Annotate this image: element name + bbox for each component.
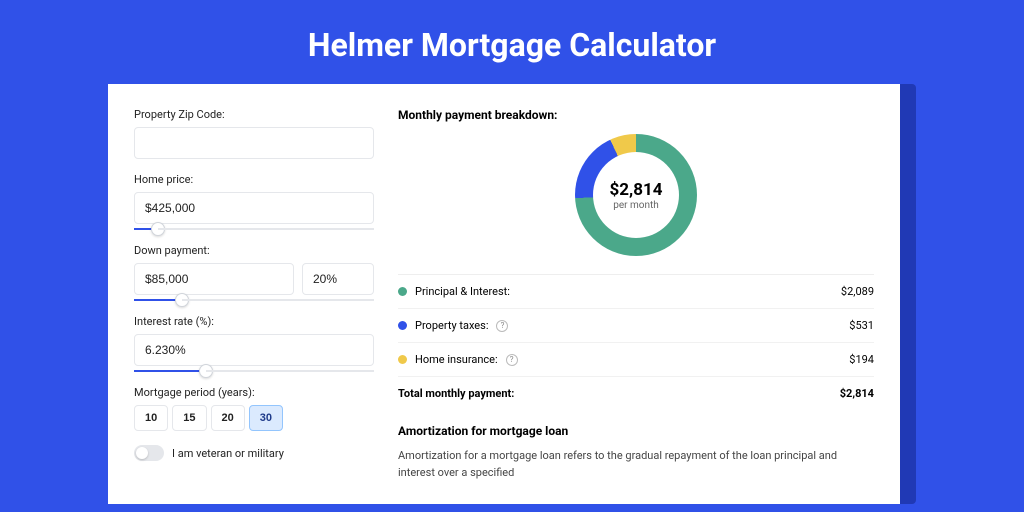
page-title: Helmer Mortgage Calculator xyxy=(0,0,1024,84)
period-option-10[interactable]: 10 xyxy=(134,405,168,431)
card-shadow: Property Zip Code: Home price: Down paym… xyxy=(108,84,916,504)
home-price-label: Home price: xyxy=(134,173,374,186)
home-price-slider[interactable] xyxy=(134,228,374,230)
veteran-toggle[interactable] xyxy=(134,445,164,461)
dot-icon xyxy=(398,321,407,330)
zip-label: Property Zip Code: xyxy=(134,108,374,121)
legend-label: Property taxes: xyxy=(415,319,488,332)
donut-sublabel: per month xyxy=(613,200,659,211)
interest-label: Interest rate (%): xyxy=(134,315,374,328)
interest-slider-thumb[interactable] xyxy=(199,364,213,378)
legend-label: Home insurance: xyxy=(415,353,498,366)
legend-label: Principal & Interest: xyxy=(415,285,510,298)
period-label: Mortgage period (years): xyxy=(134,386,374,399)
veteran-row: I am veteran or military xyxy=(134,445,374,461)
down-payment-label: Down payment: xyxy=(134,244,374,257)
interest-field: Interest rate (%): xyxy=(134,315,374,372)
period-option-15[interactable]: 15 xyxy=(172,405,206,431)
donut-wrap: $2,814 per month xyxy=(398,134,874,256)
legend-row-total: Total monthly payment: $2,814 xyxy=(398,377,874,410)
legend-row-taxes: Property taxes: ? $531 xyxy=(398,309,874,343)
period-group: 10 15 20 30 xyxy=(134,405,374,431)
legend-value: $531 xyxy=(849,319,874,332)
legend-value: $2,089 xyxy=(841,285,874,298)
period-option-30[interactable]: 30 xyxy=(249,405,283,431)
legend-row-principal: Principal & Interest: $2,089 xyxy=(398,275,874,309)
payment-donut-chart: $2,814 per month xyxy=(575,134,697,256)
legend: Principal & Interest: $2,089 Property ta… xyxy=(398,274,874,410)
down-payment-pct-input[interactable] xyxy=(302,263,374,295)
dot-icon xyxy=(398,355,407,364)
breakdown-column: Monthly payment breakdown: $2,814 per mo… xyxy=(398,108,874,504)
help-icon[interactable]: ? xyxy=(506,354,518,366)
dot-icon xyxy=(398,287,407,296)
home-price-slider-thumb[interactable] xyxy=(151,222,165,236)
donut-value: $2,814 xyxy=(610,180,663,200)
legend-row-insurance: Home insurance: ? $194 xyxy=(398,343,874,377)
amort-body: Amortization for a mortgage loan refers … xyxy=(398,448,874,481)
interest-input[interactable] xyxy=(134,334,374,366)
help-icon[interactable]: ? xyxy=(496,320,508,332)
down-payment-slider[interactable] xyxy=(134,299,374,301)
amort-title: Amortization for mortgage loan xyxy=(398,424,874,438)
zip-input[interactable] xyxy=(134,127,374,159)
period-field: Mortgage period (years): 10 15 20 30 xyxy=(134,386,374,431)
home-price-input[interactable] xyxy=(134,192,374,224)
inputs-column: Property Zip Code: Home price: Down paym… xyxy=(134,108,374,504)
down-payment-input[interactable] xyxy=(134,263,294,295)
legend-value: $194 xyxy=(849,353,874,366)
veteran-label: I am veteran or military xyxy=(172,447,284,460)
down-payment-slider-thumb[interactable] xyxy=(175,293,189,307)
period-option-20[interactable]: 20 xyxy=(211,405,245,431)
calculator-card: Property Zip Code: Home price: Down paym… xyxy=(108,84,900,504)
home-price-field: Home price: xyxy=(134,173,374,230)
down-payment-field: Down payment: xyxy=(134,244,374,301)
zip-field: Property Zip Code: xyxy=(134,108,374,159)
total-value: $2,814 xyxy=(840,387,874,400)
breakdown-title: Monthly payment breakdown: xyxy=(398,108,874,122)
interest-slider[interactable] xyxy=(134,370,374,372)
total-label: Total monthly payment: xyxy=(398,387,514,400)
